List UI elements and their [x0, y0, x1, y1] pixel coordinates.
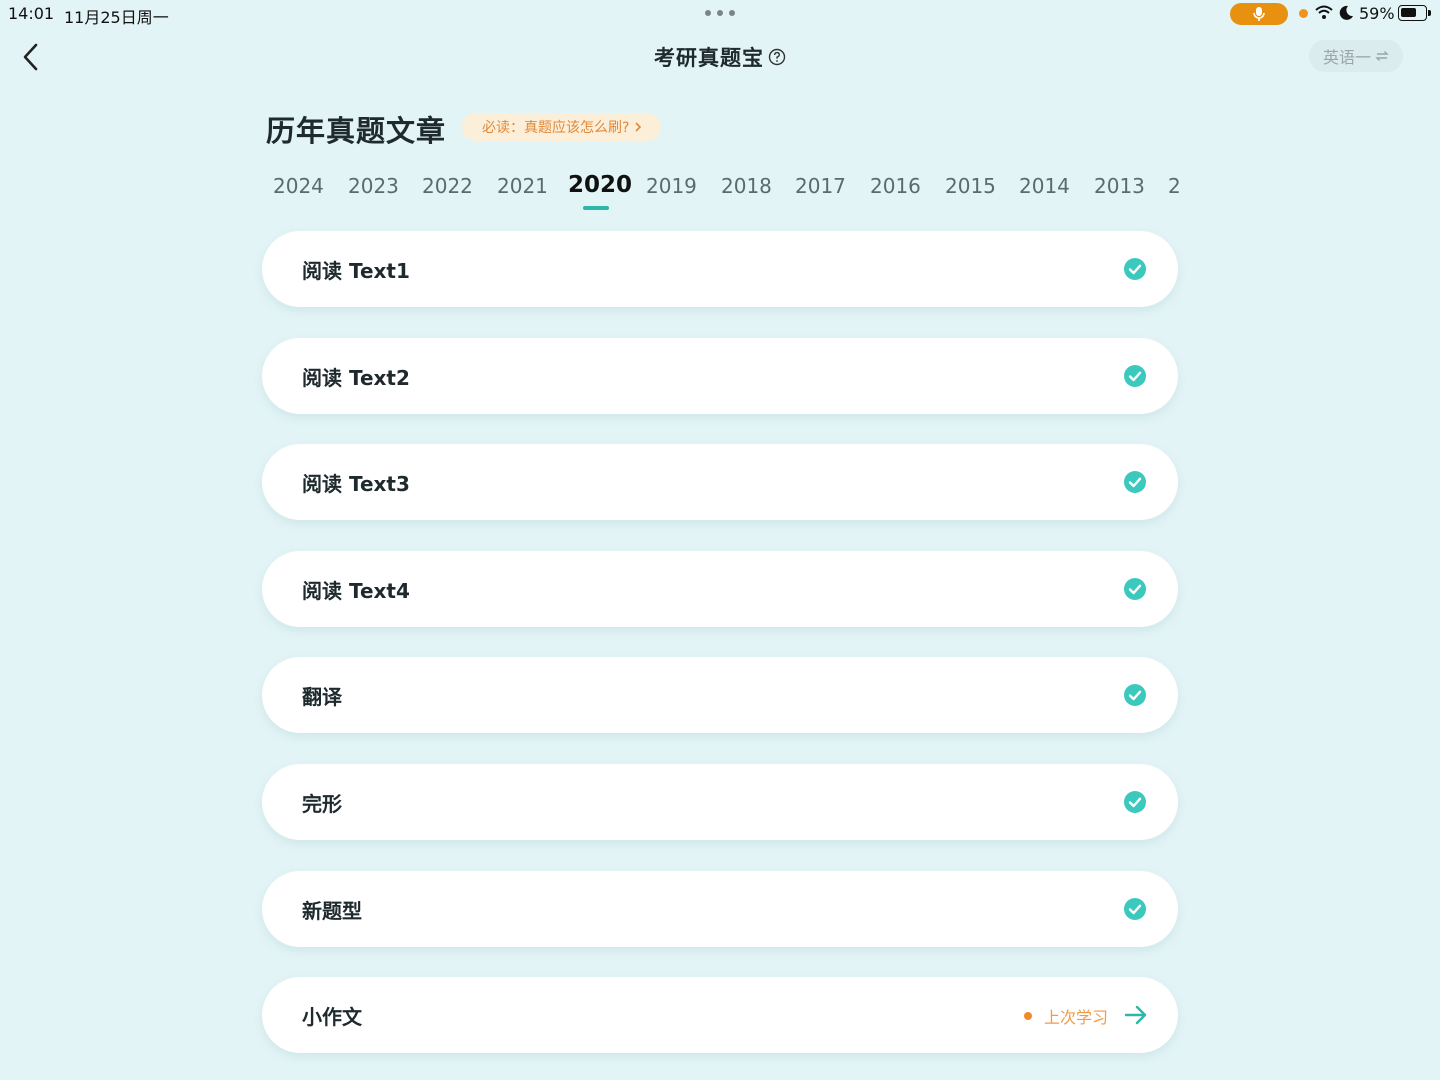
page-title: 考研真题宝 — [0, 42, 1440, 72]
completed-check-icon — [1124, 684, 1146, 706]
completed-check-icon — [1124, 578, 1146, 600]
section-card-label: 阅读 Text2 — [302, 366, 410, 390]
completed-check-icon — [1124, 258, 1146, 280]
section-card[interactable]: 阅读 Text3 — [262, 444, 1178, 520]
selected-year-indicator — [583, 206, 609, 210]
section-card[interactable]: 阅读 Text2 — [262, 338, 1178, 414]
year-tab-2013[interactable]: 2013 — [1094, 174, 1145, 198]
section-card-label: 新题型 — [302, 899, 362, 923]
year-tab-2018[interactable]: 2018 — [721, 174, 772, 198]
battery-icon — [1398, 5, 1427, 21]
section-card[interactable]: 阅读 Text1 — [262, 231, 1178, 307]
year-tab-2023[interactable]: 2023 — [348, 174, 399, 198]
year-tab-2019[interactable]: 2019 — [646, 174, 697, 198]
year-tabs: 2024 2023 2022 2021 2020 2019 2018 2017 2016 2015… — [262, 170, 1182, 216]
help-icon[interactable] — [768, 47, 786, 71]
section-card[interactable]: 小作文 上次学习 — [262, 977, 1178, 1053]
subject-switch-button[interactable]: 英语一 — [1309, 40, 1403, 72]
year-tab-2024[interactable]: 2024 — [273, 174, 324, 198]
section-card[interactable]: 翻译 — [262, 657, 1178, 733]
completed-check-icon — [1124, 365, 1146, 387]
year-tab-2022[interactable]: 2022 — [422, 174, 473, 198]
subject-label: 英语一 — [1322, 48, 1371, 67]
chevron-right-icon — [635, 122, 642, 132]
privacy-dot-icon — [1299, 9, 1308, 18]
section-card-label: 阅读 Text1 — [302, 259, 410, 283]
year-tab-2017[interactable]: 2017 — [795, 174, 846, 198]
section-card-label: 阅读 Text4 — [302, 579, 410, 603]
page-title-text: 考研真题宝 — [654, 46, 764, 70]
last-study-badge: 上次学习 — [1023, 1004, 1108, 1028]
arrow-right-icon[interactable] — [1124, 1005, 1148, 1025]
status-date: 11月25日周一 — [64, 8, 169, 27]
study-tip-link[interactable]: 必读：真题应该怎么刷? — [462, 113, 662, 141]
last-study-label: 上次学习 — [1043, 1008, 1108, 1027]
status-time: 14:01 — [8, 4, 55, 23]
section-card-label: 阅读 Text3 — [302, 472, 410, 496]
section-card[interactable]: 阅读 Text4 — [262, 551, 1178, 627]
study-tip-label: 必读：真题应该怎么刷? — [482, 120, 630, 136]
section-card-label: 小作文 — [302, 1005, 362, 1029]
wifi-icon — [1315, 5, 1333, 19]
year-tab-2[interactable]: 2 — [1168, 174, 1181, 198]
completed-check-icon — [1124, 791, 1146, 813]
status-bar: 14:01 11月25日周一 59% — [0, 0, 1440, 28]
year-tab-2021[interactable]: 2021 — [497, 174, 548, 198]
completed-check-icon — [1124, 898, 1146, 920]
section-card[interactable]: 新题型 — [262, 871, 1178, 947]
last-study-dot-icon — [1023, 1012, 1032, 1020]
year-tab-2014[interactable]: 2014 — [1019, 174, 1070, 198]
microphone-indicator-icon — [1230, 3, 1288, 25]
completed-check-icon — [1124, 471, 1146, 493]
moon-icon — [1339, 5, 1353, 20]
year-tab-2015[interactable]: 2015 — [945, 174, 996, 198]
section-title: 历年真题文章 — [266, 114, 447, 148]
section-card-label: 完形 — [302, 792, 342, 816]
year-tab-2020[interactable]: 2020 — [568, 172, 632, 198]
year-tab-2016[interactable]: 2016 — [870, 174, 921, 198]
multitasking-dots-icon[interactable] — [705, 10, 735, 16]
section-card[interactable]: 完形 — [262, 764, 1178, 840]
battery-percent: 59% — [1359, 4, 1395, 23]
section-card-label: 翻译 — [302, 685, 342, 709]
switch-icon — [1375, 51, 1389, 61]
